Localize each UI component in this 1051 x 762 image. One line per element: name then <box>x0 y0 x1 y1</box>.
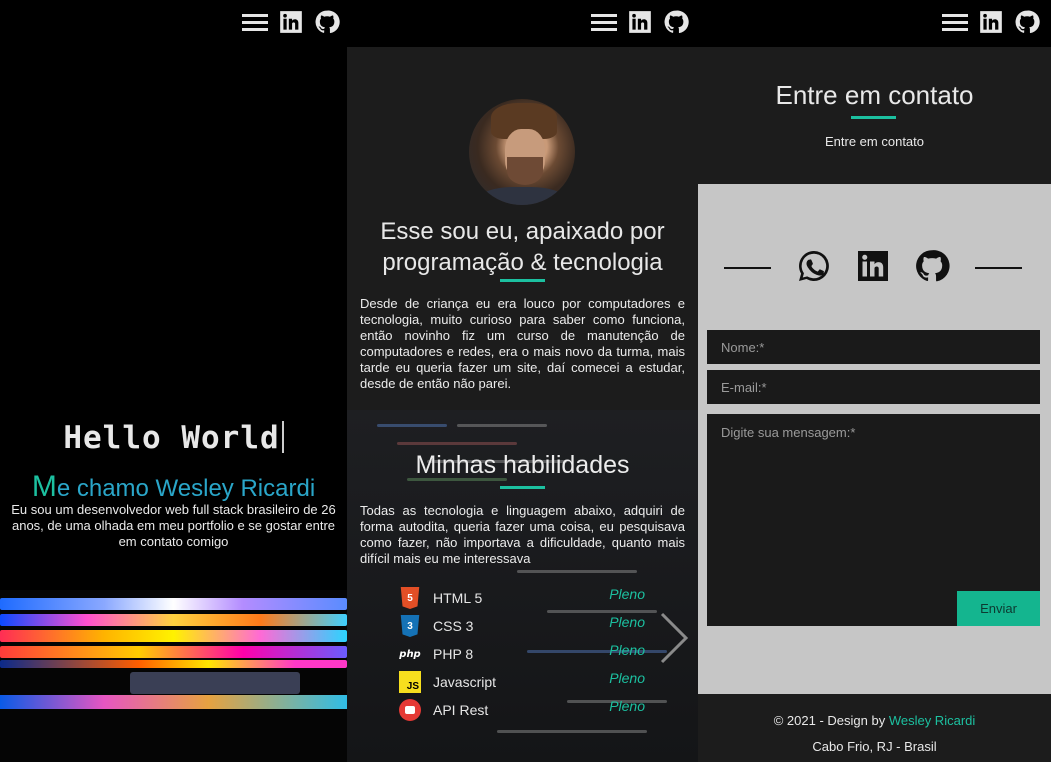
title-underline <box>500 279 545 282</box>
skill-name: CSS 3 <box>433 618 474 634</box>
skill-item: 5 HTML 5 Pleno <box>399 584 649 612</box>
contact-form-area: Enviar <box>698 184 1051 694</box>
skills-list: 5 HTML 5 Pleno 3 CSS 3 Pleno php PHP 8 P… <box>399 584 649 724</box>
skill-item: php PHP 8 Pleno <box>399 640 649 668</box>
profile-photo <box>469 99 575 205</box>
footer-copyright: © 2021 - Design by Wesley Ricardi <box>773 713 976 728</box>
contact-underline <box>851 116 896 119</box>
linkedin-icon[interactable] <box>626 8 654 36</box>
skill-item: 3 CSS 3 Pleno <box>399 612 649 640</box>
laptop-base <box>0 695 347 709</box>
skill-item: API Rest Pleno <box>399 696 649 724</box>
email-field[interactable] <box>707 370 1040 404</box>
linkedin-icon[interactable] <box>855 248 891 284</box>
top-nav <box>590 0 690 44</box>
php-icon: php <box>399 648 421 660</box>
whatsapp-icon[interactable] <box>796 248 832 284</box>
menu-icon[interactable] <box>241 8 269 36</box>
typing-cursor <box>281 421 284 453</box>
skill-level: Pleno <box>609 614 645 630</box>
api-icon <box>399 699 421 721</box>
menu-icon[interactable] <box>590 8 618 36</box>
divider-left <box>724 267 771 269</box>
github-icon[interactable] <box>914 248 950 284</box>
github-icon[interactable] <box>1013 8 1041 36</box>
chevron-right-icon[interactable] <box>654 608 694 668</box>
about-title: Esse sou eu, apaixado por programação & t… <box>380 218 665 276</box>
skill-level: Pleno <box>609 586 645 602</box>
name-field[interactable] <box>707 330 1040 364</box>
linkedin-icon[interactable] <box>977 8 1005 36</box>
skill-name: API Rest <box>433 702 489 718</box>
intro-text: Eu sou um desenvolvedor web full stack b… <box>11 502 336 549</box>
skill-item: JS Javascript Pleno <box>399 668 649 696</box>
skill-name: PHP 8 <box>433 646 474 662</box>
intro-name: Me chamo Wesley Ricardi <box>31 470 316 503</box>
skill-name: Javascript <box>433 674 497 690</box>
html5-icon: 5 <box>400 587 420 609</box>
contact-panel: Entre em contato Entre em contato Enviar… <box>698 0 1051 762</box>
github-icon[interactable] <box>662 8 690 36</box>
top-nav <box>941 0 1041 44</box>
trackpad <box>130 672 300 694</box>
home-panel: Hello World Me chamo Wesley Ricardi Eu s… <box>0 0 347 762</box>
javascript-icon: JS <box>399 671 421 693</box>
contact-subtitle: Entre em contato <box>825 134 924 149</box>
skill-name: HTML 5 <box>433 590 483 606</box>
linkedin-icon[interactable] <box>277 8 305 36</box>
contact-title: Entre em contato <box>775 80 974 110</box>
skill-level: Pleno <box>609 670 645 686</box>
css3-icon: 3 <box>400 615 420 637</box>
skills-underline <box>500 486 545 489</box>
divider-right <box>975 267 1022 269</box>
about-text: Desde de criança eu era louco por comput… <box>360 296 685 391</box>
social-links <box>698 248 1051 288</box>
laptop-image <box>0 590 347 762</box>
author-link[interactable]: Wesley Ricardi <box>889 713 975 728</box>
send-button[interactable]: Enviar <box>957 591 1040 626</box>
skill-level: Pleno <box>609 642 645 658</box>
skill-level: Pleno <box>609 698 645 714</box>
top-nav <box>241 0 341 44</box>
hello-world-heading: Hello World <box>0 420 347 456</box>
skills-title: Minhas habilidades <box>415 451 630 479</box>
menu-icon[interactable] <box>941 8 969 36</box>
footer-location: Cabo Frio, RJ - Brasil <box>812 739 937 754</box>
github-icon[interactable] <box>313 8 341 36</box>
skills-text: Todas as tecnologia e linguagem abaixo, … <box>360 503 685 566</box>
about-panel: Esse sou eu, apaixado por programação & t… <box>347 0 698 762</box>
